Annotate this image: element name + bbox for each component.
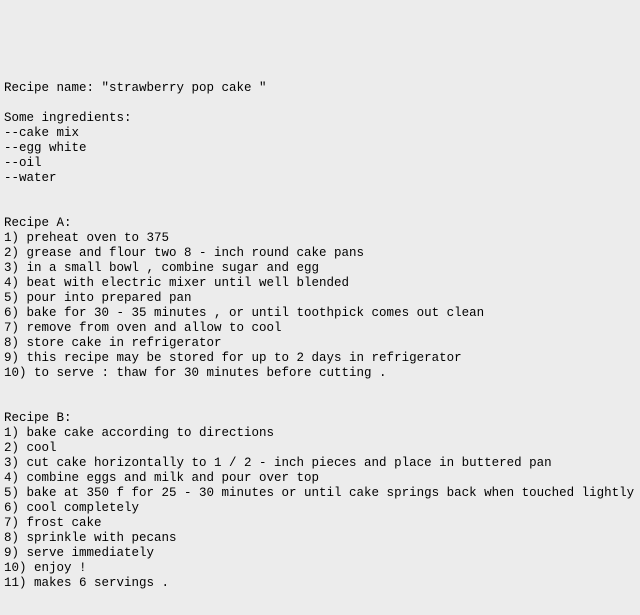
- recipe-a-step: 6) bake for 30 - 35 minutes , or until t…: [4, 306, 484, 320]
- recipe-name-value: "strawberry pop cake ": [102, 81, 267, 95]
- recipe-a-step: 7) remove from oven and allow to cool: [4, 321, 282, 335]
- recipe-b-step: 3) cut cake horizontally to 1 / 2 - inch…: [4, 456, 552, 470]
- ingredient-line: --oil: [4, 156, 42, 170]
- recipe-b-step: 5) bake at 350 f for 25 - 30 minutes or …: [4, 486, 634, 500]
- recipe-a-step: 4) beat with electric mixer until well b…: [4, 276, 349, 290]
- recipe-a-step: 9) this recipe may be stored for up to 2…: [4, 351, 462, 365]
- recipe-b-step: 9) serve immediately: [4, 546, 154, 560]
- recipe-b-step: 8) sprinkle with pecans: [4, 531, 177, 545]
- recipe-name-label: Recipe name:: [4, 81, 94, 95]
- recipe-b-step: 1) bake cake according to directions: [4, 426, 274, 440]
- recipe-b-step: 11) makes 6 servings .: [4, 576, 169, 590]
- recipe-b-step: 2) cool: [4, 441, 57, 455]
- ingredient-line: --cake mix: [4, 126, 79, 140]
- ingredients-header: Some ingredients:: [4, 111, 132, 125]
- recipe-a-step: 1) preheat oven to 375: [4, 231, 169, 245]
- ingredient-line: --water: [4, 171, 57, 185]
- recipe-b-title: Recipe B:: [4, 411, 72, 425]
- recipe-b-step: 10) enjoy !: [4, 561, 87, 575]
- ingredient-line: --egg white: [4, 141, 87, 155]
- recipe-a-step: 2) grease and flour two 8 - inch round c…: [4, 246, 364, 260]
- recipe-b-step: 7) frost cake: [4, 516, 102, 530]
- recipe-a-step: 10) to serve : thaw for 30 minutes befor…: [4, 366, 387, 380]
- recipe-document: Recipe name: "strawberry pop cake " Some…: [4, 66, 636, 615]
- recipe-a-step: 3) in a small bowl , combine sugar and e…: [4, 261, 319, 275]
- recipe-b-step: 6) cool completely: [4, 501, 139, 515]
- recipe-b-step: 4) combine eggs and milk and pour over t…: [4, 471, 319, 485]
- recipe-a-step: 5) pour into prepared pan: [4, 291, 192, 305]
- recipe-a-step: 8) store cake in refrigerator: [4, 336, 222, 350]
- recipe-a-title: Recipe A:: [4, 216, 72, 230]
- recipe-name-line: Recipe name: "strawberry pop cake ": [4, 81, 267, 95]
